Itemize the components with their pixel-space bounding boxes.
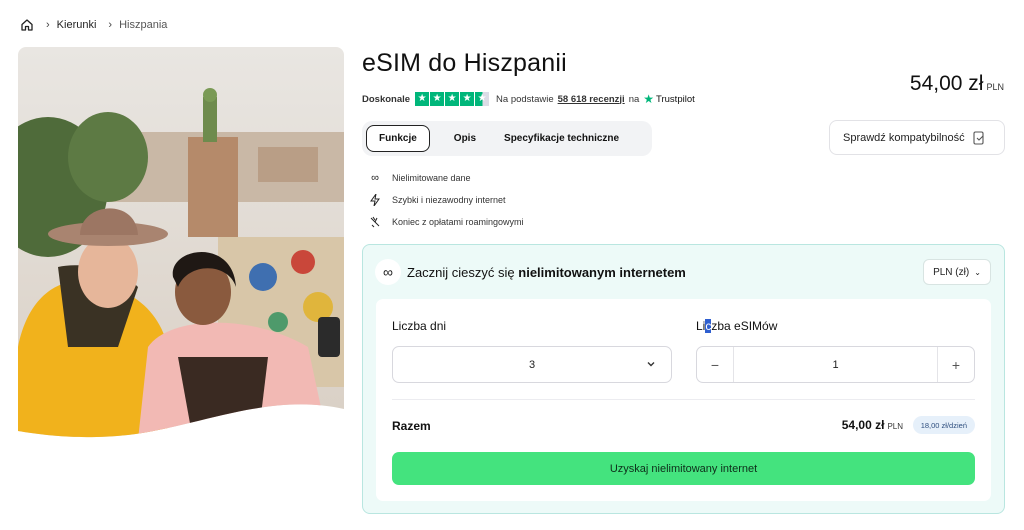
- feature-item: Szybki i niezawodny internet: [368, 189, 524, 211]
- star-icon: ★: [445, 92, 460, 106]
- esims-label-part: Li: [696, 319, 706, 333]
- rating-label: Doskonale: [362, 93, 411, 105]
- feature-text: Szybki i niezawodny internet: [392, 195, 506, 205]
- card-title: Zacznij cieszyć się nielimitowanym inter…: [407, 265, 686, 280]
- total-price: 54,00 zł PLN: [842, 418, 903, 432]
- days-value: 3: [528, 358, 536, 371]
- chevron-right-icon: ›: [46, 19, 50, 31]
- breadcrumb-item-hiszpania: Hiszpania: [119, 19, 168, 31]
- feature-item: Koniec z opłatami roamingowymi: [368, 211, 524, 233]
- star-half-icon: ★: [475, 92, 490, 106]
- tab-funkcje[interactable]: Funkcje: [366, 125, 430, 152]
- tab-opis[interactable]: Opis: [442, 125, 488, 152]
- plan-config-card: ∞ Zacznij cieszyć się nielimitowanym int…: [362, 244, 1005, 514]
- page-title: eSIM do Hiszpanii: [362, 49, 567, 77]
- hero-image: [18, 47, 344, 440]
- price: 54,00 zł PLN: [910, 72, 1004, 96]
- esims-label: Liczba eSIMów: [696, 319, 777, 333]
- infinity-icon: ∞: [371, 172, 379, 184]
- card-heading: ∞ Zacznij cieszyć się nielimitowanym int…: [375, 259, 686, 285]
- rating-text-before: Na podstawie: [496, 93, 554, 105]
- phone-check-icon: [973, 130, 985, 145]
- price-currency: PLN: [986, 82, 1004, 92]
- feature-list: ∞ Nielimitowane dane Szybki i niezawodny…: [368, 167, 524, 233]
- plan-form: Liczba dni Liczba eSIMów 3 − 1 + Razem 5…: [376, 299, 991, 501]
- esims-quantity-value[interactable]: 1: [733, 347, 938, 382]
- trustpilot-brand: Trustpilot: [656, 93, 695, 105]
- rating-text-after: na: [628, 93, 640, 105]
- price-amount: 54,00 zł: [909, 72, 984, 95]
- total-label: Razem: [392, 419, 431, 433]
- increment-button[interactable]: +: [938, 347, 974, 382]
- lightning-icon: [368, 193, 382, 207]
- card-title-bold: nielimitowanym internetem: [518, 264, 686, 280]
- infinity-icon: ∞: [375, 259, 401, 285]
- chevron-right-icon: ›: [108, 19, 113, 31]
- star-icon: ★: [460, 92, 475, 106]
- breadcrumb: › Kierunki › Hiszpania: [20, 17, 167, 33]
- esims-quantity-stepper: − 1 +: [696, 346, 975, 383]
- esims-label-part: zba eSIMów: [711, 319, 778, 333]
- no-roaming-icon: [368, 215, 382, 229]
- divider: [392, 399, 975, 400]
- star-icon: ★: [430, 92, 445, 106]
- feature-text: Nielimitowane dane: [392, 173, 471, 183]
- days-select[interactable]: 3: [392, 346, 672, 383]
- product-tabs: Funkcje Opis Specyfikacje techniczne: [362, 121, 652, 156]
- currency-value: PLN (zł): [933, 266, 970, 278]
- decrement-button[interactable]: −: [697, 347, 733, 382]
- compat-label: Sprawdź kompatybilność: [843, 131, 965, 144]
- rating-stars: ★ ★ ★ ★ ★: [415, 92, 490, 106]
- total-currency: PLN: [887, 422, 903, 431]
- home-icon[interactable]: [20, 18, 34, 32]
- currency-select[interactable]: PLN (zł) ⌄: [923, 259, 991, 285]
- tab-specyfikacje[interactable]: Specyfikacje techniczne: [492, 125, 631, 152]
- trustpilot-rating: Doskonale ★ ★ ★ ★ ★ Na podstawie 58 618 …: [362, 92, 695, 106]
- reviews-link[interactable]: 58 618 recenzji: [558, 94, 625, 105]
- per-day-badge: 18,00 zł/dzień: [912, 416, 975, 434]
- total-amount: 54,00 zł: [841, 418, 885, 432]
- trustpilot-logo: ★ Trustpilot: [643, 92, 694, 106]
- chevron-down-icon: ⌄: [974, 267, 981, 277]
- trustpilot-star-icon: ★: [643, 92, 655, 106]
- star-icon: ★: [415, 92, 430, 106]
- card-title-text: Zacznij cieszyć się: [407, 264, 515, 280]
- check-compatibility-button[interactable]: Sprawdź kompatybilność: [829, 120, 1005, 155]
- feature-item: ∞ Nielimitowane dane: [368, 167, 524, 189]
- breadcrumb-item-kierunki[interactable]: Kierunki: [57, 19, 97, 31]
- get-unlimited-internet-button[interactable]: Uzyskaj nielimitowany internet: [392, 452, 975, 485]
- feature-text: Koniec z opłatami roamingowymi: [392, 217, 524, 227]
- days-label: Liczba dni: [392, 319, 447, 333]
- chevron-down-icon: [647, 362, 655, 367]
